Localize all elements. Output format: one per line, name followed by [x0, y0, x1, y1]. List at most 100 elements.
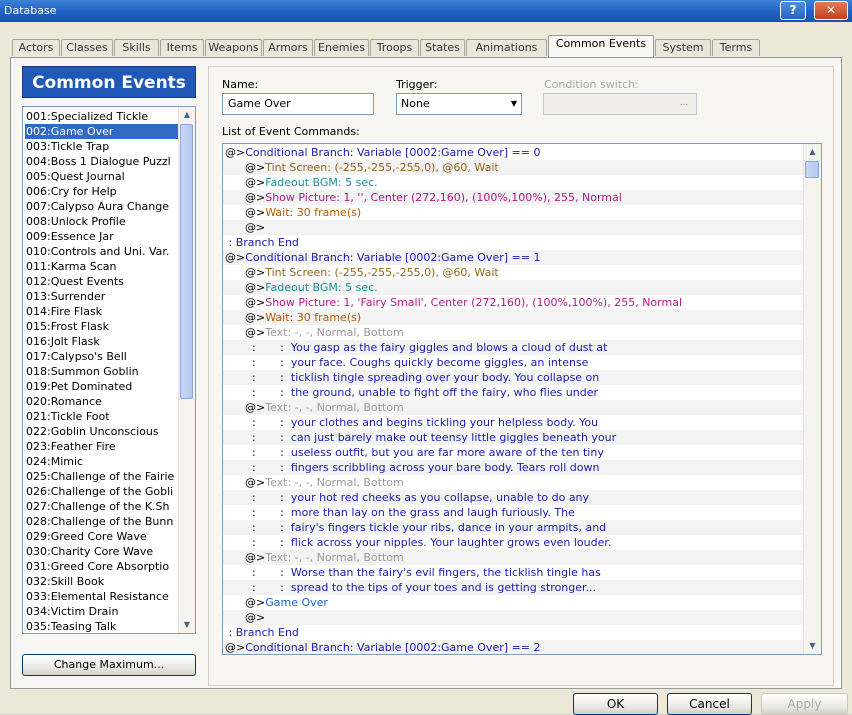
command-list-scrollbar[interactable]: ▲ ▼	[803, 144, 821, 654]
tab-troops[interactable]: Troops	[370, 39, 419, 56]
list-item[interactable]: 027:Challenge of the K.Sh	[25, 499, 179, 514]
list-item[interactable]: 002:Game Over	[25, 124, 179, 139]
command-row[interactable]: : : your clothes and begins tickling you…	[223, 415, 821, 430]
command-row[interactable]: : : your face. Coughs quickly become gig…	[223, 355, 821, 370]
ok-button[interactable]: OK	[573, 693, 658, 715]
list-item[interactable]: 024:Mimic	[25, 454, 179, 469]
list-item[interactable]: 030:Charity Core Wave	[25, 544, 179, 559]
list-item[interactable]: 023:Feather Fire	[25, 439, 179, 454]
command-row[interactable]: @>Text: -, -, Normal, Bottom	[223, 325, 821, 340]
command-row[interactable]: : : fingers scribbling across your bare …	[223, 460, 821, 475]
scroll-thumb[interactable]	[805, 161, 819, 178]
scroll-thumb[interactable]	[180, 124, 193, 399]
command-row[interactable]: : : You gasp as the fairy giggles and bl…	[223, 340, 821, 355]
list-item[interactable]: 011:Karma Scan	[25, 259, 179, 274]
command-row[interactable]: @>Fadeout BGM: 5 sec.	[223, 175, 821, 190]
command-row[interactable]: @>	[223, 220, 821, 235]
event-list[interactable]: 001:Specialized Tickle 002:Game Over 003:T…	[22, 106, 196, 634]
command-row[interactable]: : Branch End	[223, 235, 807, 250]
list-item[interactable]: 010:Controls and Uni. Var.	[25, 244, 179, 259]
tab-armors[interactable]: Armors	[263, 39, 313, 56]
scroll-down-icon[interactable]: ▼	[179, 617, 195, 633]
list-item[interactable]: 012:Quest Events	[25, 274, 179, 289]
command-row[interactable]: @>Fadeout BGM: 5 sec.	[223, 280, 821, 295]
tab-skills[interactable]: Skills	[114, 39, 159, 56]
command-row[interactable]: : : fairy's fingers tickle your ribs, da…	[223, 520, 821, 535]
command-row[interactable]: : : ticklish tingle spreading over your …	[223, 370, 821, 385]
list-item[interactable]: 022:Goblin Unconscious	[25, 424, 179, 439]
list-item[interactable]: 020:Romance	[25, 394, 179, 409]
list-item[interactable]: 009:Essence Jar	[25, 229, 179, 244]
list-item[interactable]: 008:Unlock Profile	[25, 214, 179, 229]
command-row[interactable]: : : more than lay on the grass and laugh…	[223, 505, 821, 520]
event-list-scrollbar[interactable]: ▲ ▼	[178, 107, 195, 633]
command-row[interactable]: : : useless outfit, but you are far more…	[223, 445, 821, 460]
command-row[interactable]: @>Wait: 30 frame(s)	[223, 310, 821, 325]
scroll-up-icon[interactable]: ▲	[804, 144, 821, 160]
list-item[interactable]: 026:Challenge of the Gobli	[25, 484, 179, 499]
chevron-down-icon[interactable]: ▼	[511, 94, 517, 114]
list-item[interactable]: 018:Summon Goblin	[25, 364, 179, 379]
trigger-select[interactable]: None ▼	[396, 93, 522, 115]
command-row[interactable]: @>Text: -, -, Normal, Bottom	[223, 550, 821, 565]
tab-classes[interactable]: Classes	[61, 39, 113, 56]
command-row[interactable]: @>Conditional Branch: Variable [0002:Gam…	[223, 640, 807, 654]
tab-animations[interactable]: Animations	[466, 39, 547, 56]
command-row[interactable]: @>Tint Screen: (-255,-255,-255,0), @60, …	[223, 160, 821, 175]
command-row[interactable]: : : can just barely make out teensy litt…	[223, 430, 821, 445]
command-row[interactable]: : : your hot red cheeks as you collapse,…	[223, 490, 821, 505]
scroll-down-icon[interactable]: ▼	[804, 638, 821, 654]
command-row[interactable]: @>Wait: 30 frame(s)	[223, 205, 821, 220]
command-row[interactable]: @>Conditional Branch: Variable [0002:Gam…	[223, 145, 807, 160]
list-item[interactable]: 016:Jolt Flask	[25, 334, 179, 349]
list-item[interactable]: 021:Tickle Foot	[25, 409, 179, 424]
tab-enemies[interactable]: Enemies	[314, 39, 369, 56]
command-row[interactable]: @>Conditional Branch: Variable [0002:Gam…	[223, 250, 807, 265]
change-maximum-button[interactable]: Change Maximum...	[22, 654, 196, 676]
event-command-list[interactable]: @>Conditional Branch: Variable [0002:Gam…	[222, 143, 822, 655]
tab-terms[interactable]: Terms	[712, 39, 760, 56]
command-row[interactable]: : : spread to the tips of your toes and …	[223, 580, 821, 595]
command-row[interactable]: @>Text: -, -, Normal, Bottom	[223, 400, 821, 415]
list-item[interactable]: 035:Teasing Talk	[25, 619, 179, 633]
list-item[interactable]: 029:Greed Core Wave	[25, 529, 179, 544]
list-item[interactable]: 004:Boss 1 Dialogue Puzzl	[25, 154, 179, 169]
list-item[interactable]: 019:Pet Dominated	[25, 379, 179, 394]
command-row[interactable]: @>Game Over	[223, 595, 821, 610]
command-row[interactable]: : Branch End	[223, 625, 807, 640]
command-row[interactable]: @>Show Picture: 1, '', Center (272,160),…	[223, 190, 821, 205]
help-icon[interactable]: ?	[780, 1, 806, 20]
list-item[interactable]: 015:Frost Flask	[25, 319, 179, 334]
list-item[interactable]: 031:Greed Core Absorptio	[25, 559, 179, 574]
list-item[interactable]: 028:Challenge of the Bunn	[25, 514, 179, 529]
tab-weapons[interactable]: Weapons	[205, 39, 262, 56]
command-row[interactable]: @>	[223, 610, 821, 625]
list-item[interactable]: 034:Victim Drain	[25, 604, 179, 619]
list-item[interactable]: 003:Tickle Trap	[25, 139, 179, 154]
list-item[interactable]: 006:Cry for Help	[25, 184, 179, 199]
title-bar[interactable]: Database ? ✕	[0, 0, 852, 22]
name-field[interactable]: Game Over	[222, 93, 374, 115]
tab-items[interactable]: Items	[160, 39, 204, 56]
list-item[interactable]: 001:Specialized Tickle	[25, 109, 179, 124]
list-item[interactable]: 007:Calypso Aura Change	[25, 199, 179, 214]
list-item[interactable]: 033:Elemental Resistance	[25, 589, 179, 604]
tab-states[interactable]: States	[420, 39, 465, 56]
close-icon[interactable]: ✕	[814, 1, 848, 20]
scroll-up-icon[interactable]: ▲	[179, 107, 195, 123]
list-item[interactable]: 025:Challenge of the Fairie	[25, 469, 179, 484]
command-row[interactable]: @>Text: -, -, Normal, Bottom	[223, 475, 821, 490]
list-item[interactable]: 005:Quest Journal	[25, 169, 179, 184]
cancel-button[interactable]: Cancel	[667, 693, 752, 715]
tab-system[interactable]: System	[655, 39, 711, 56]
command-row[interactable]: : : Worse than the fairy's evil fingers,…	[223, 565, 821, 580]
command-row[interactable]: : : flick across your nipples. Your laug…	[223, 535, 821, 550]
list-item[interactable]: 013:Surrender	[25, 289, 179, 304]
list-item[interactable]: 017:Calypso's Bell	[25, 349, 179, 364]
command-row[interactable]: : : the ground, unable to fight off the …	[223, 385, 821, 400]
command-row[interactable]: @>Show Picture: 1, 'Fairy Small', Center…	[223, 295, 821, 310]
command-row[interactable]: @>Tint Screen: (-255,-255,-255,0), @60, …	[223, 265, 821, 280]
list-item[interactable]: 032:Skill Book	[25, 574, 179, 589]
list-item[interactable]: 014:Fire Flask	[25, 304, 179, 319]
tab-actors[interactable]: Actors	[12, 39, 60, 56]
